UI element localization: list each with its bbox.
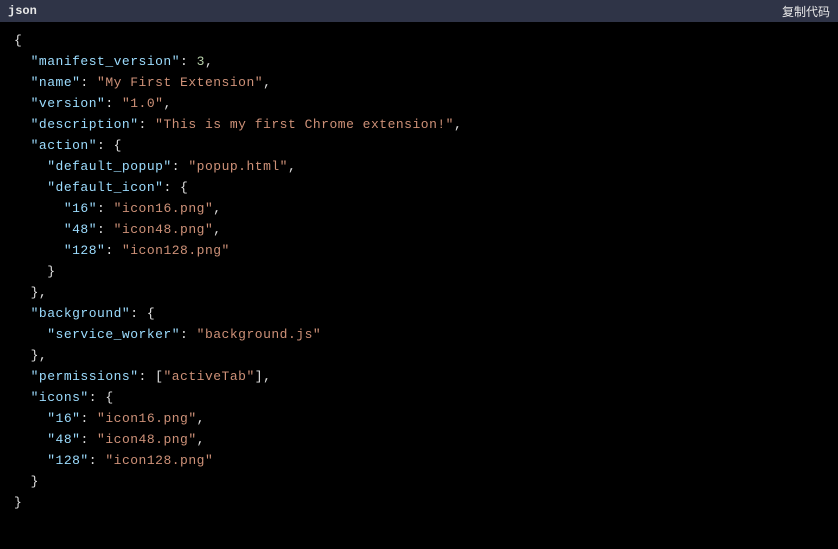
- code-header: json 复制代码: [0, 0, 838, 22]
- code-line: }: [14, 471, 824, 492]
- token-punc: ,: [288, 159, 296, 174]
- token-colon: :: [130, 306, 147, 321]
- token-key: "default_icon": [47, 180, 163, 195]
- token-punc: ,: [213, 222, 221, 237]
- token-key: "manifest_version": [31, 54, 180, 69]
- code-block: { "manifest_version": 3, "name": "My Fir…: [0, 22, 838, 521]
- token-key: "48": [64, 222, 97, 237]
- token-colon: :: [105, 243, 122, 258]
- code-line: {: [14, 30, 824, 51]
- token-colon: :: [139, 117, 156, 132]
- token-string: "icon16.png": [114, 201, 214, 216]
- token-colon: :: [97, 222, 114, 237]
- token-key: "action": [31, 138, 97, 153]
- code-line: "icons": {: [14, 387, 824, 408]
- token-colon: :: [97, 138, 114, 153]
- token-key: "16": [64, 201, 97, 216]
- token-key: "description": [31, 117, 139, 132]
- language-label: json: [8, 4, 37, 18]
- token-string: "icon48.png": [114, 222, 214, 237]
- token-punc: }: [47, 264, 55, 279]
- token-punc: ,: [263, 75, 271, 90]
- code-line: "description": "This is my first Chrome …: [14, 114, 824, 135]
- code-line: "16": "icon16.png",: [14, 198, 824, 219]
- token-punc: ,: [213, 201, 221, 216]
- code-line: },: [14, 282, 824, 303]
- token-key: "name": [31, 75, 81, 90]
- code-line: "service_worker": "background.js": [14, 324, 824, 345]
- token-punc: ,: [197, 411, 205, 426]
- token-colon: :: [180, 54, 197, 69]
- code-line: "permissions": ["activeTab"],: [14, 366, 824, 387]
- token-punc: {: [105, 390, 113, 405]
- code-line: "action": {: [14, 135, 824, 156]
- code-line: },: [14, 345, 824, 366]
- token-number: 3: [197, 54, 205, 69]
- copy-code-button[interactable]: 复制代码: [782, 3, 830, 20]
- token-punc: ,: [454, 117, 462, 132]
- token-colon: :: [89, 453, 106, 468]
- token-string: "1.0": [122, 96, 164, 111]
- token-key: "default_popup": [47, 159, 172, 174]
- token-punc: ,: [197, 432, 205, 447]
- code-line: }: [14, 261, 824, 282]
- code-line: "default_popup": "popup.html",: [14, 156, 824, 177]
- token-punc: }: [31, 474, 39, 489]
- code-line: }: [14, 492, 824, 513]
- token-punc: ,: [205, 54, 213, 69]
- token-string: "icon128.png": [105, 453, 213, 468]
- token-punc: {: [114, 138, 122, 153]
- code-line: "48": "icon48.png",: [14, 219, 824, 240]
- token-punc: },: [31, 348, 48, 363]
- token-colon: :: [139, 369, 156, 384]
- token-string: "This is my first Chrome extension!": [155, 117, 454, 132]
- token-key: "version": [31, 96, 106, 111]
- code-line: "name": "My First Extension",: [14, 72, 824, 93]
- token-colon: :: [105, 96, 122, 111]
- token-string: "popup.html": [188, 159, 288, 174]
- code-line: "background": {: [14, 303, 824, 324]
- code-line: "version": "1.0",: [14, 93, 824, 114]
- token-colon: :: [80, 411, 97, 426]
- token-key: "48": [47, 432, 80, 447]
- token-punc: ,: [163, 96, 171, 111]
- token-punc: {: [14, 33, 22, 48]
- token-colon: :: [163, 180, 180, 195]
- token-colon: :: [89, 390, 106, 405]
- token-colon: :: [80, 75, 97, 90]
- token-string: "activeTab": [163, 369, 254, 384]
- token-colon: :: [80, 432, 97, 447]
- token-punc: {: [180, 180, 188, 195]
- token-string: "icon16.png": [97, 411, 197, 426]
- code-line: "128": "icon128.png": [14, 240, 824, 261]
- token-colon: :: [180, 327, 197, 342]
- token-colon: :: [97, 201, 114, 216]
- token-string: "background.js": [197, 327, 322, 342]
- token-punc: }: [14, 495, 22, 510]
- token-string: "My First Extension": [97, 75, 263, 90]
- token-punc: {: [147, 306, 155, 321]
- token-colon: :: [172, 159, 189, 174]
- token-punc: },: [31, 285, 48, 300]
- code-line: "128": "icon128.png": [14, 450, 824, 471]
- token-key: "service_worker": [47, 327, 180, 342]
- code-line: "16": "icon16.png",: [14, 408, 824, 429]
- token-string: "icon128.png": [122, 243, 230, 258]
- token-key: "128": [64, 243, 106, 258]
- token-key: "16": [47, 411, 80, 426]
- code-line: "manifest_version": 3,: [14, 51, 824, 72]
- token-punc: ],: [255, 369, 272, 384]
- token-key: "128": [47, 453, 89, 468]
- token-string: "icon48.png": [97, 432, 197, 447]
- token-key: "background": [31, 306, 131, 321]
- code-line: "default_icon": {: [14, 177, 824, 198]
- token-key: "icons": [31, 390, 89, 405]
- token-key: "permissions": [31, 369, 139, 384]
- code-line: "48": "icon48.png",: [14, 429, 824, 450]
